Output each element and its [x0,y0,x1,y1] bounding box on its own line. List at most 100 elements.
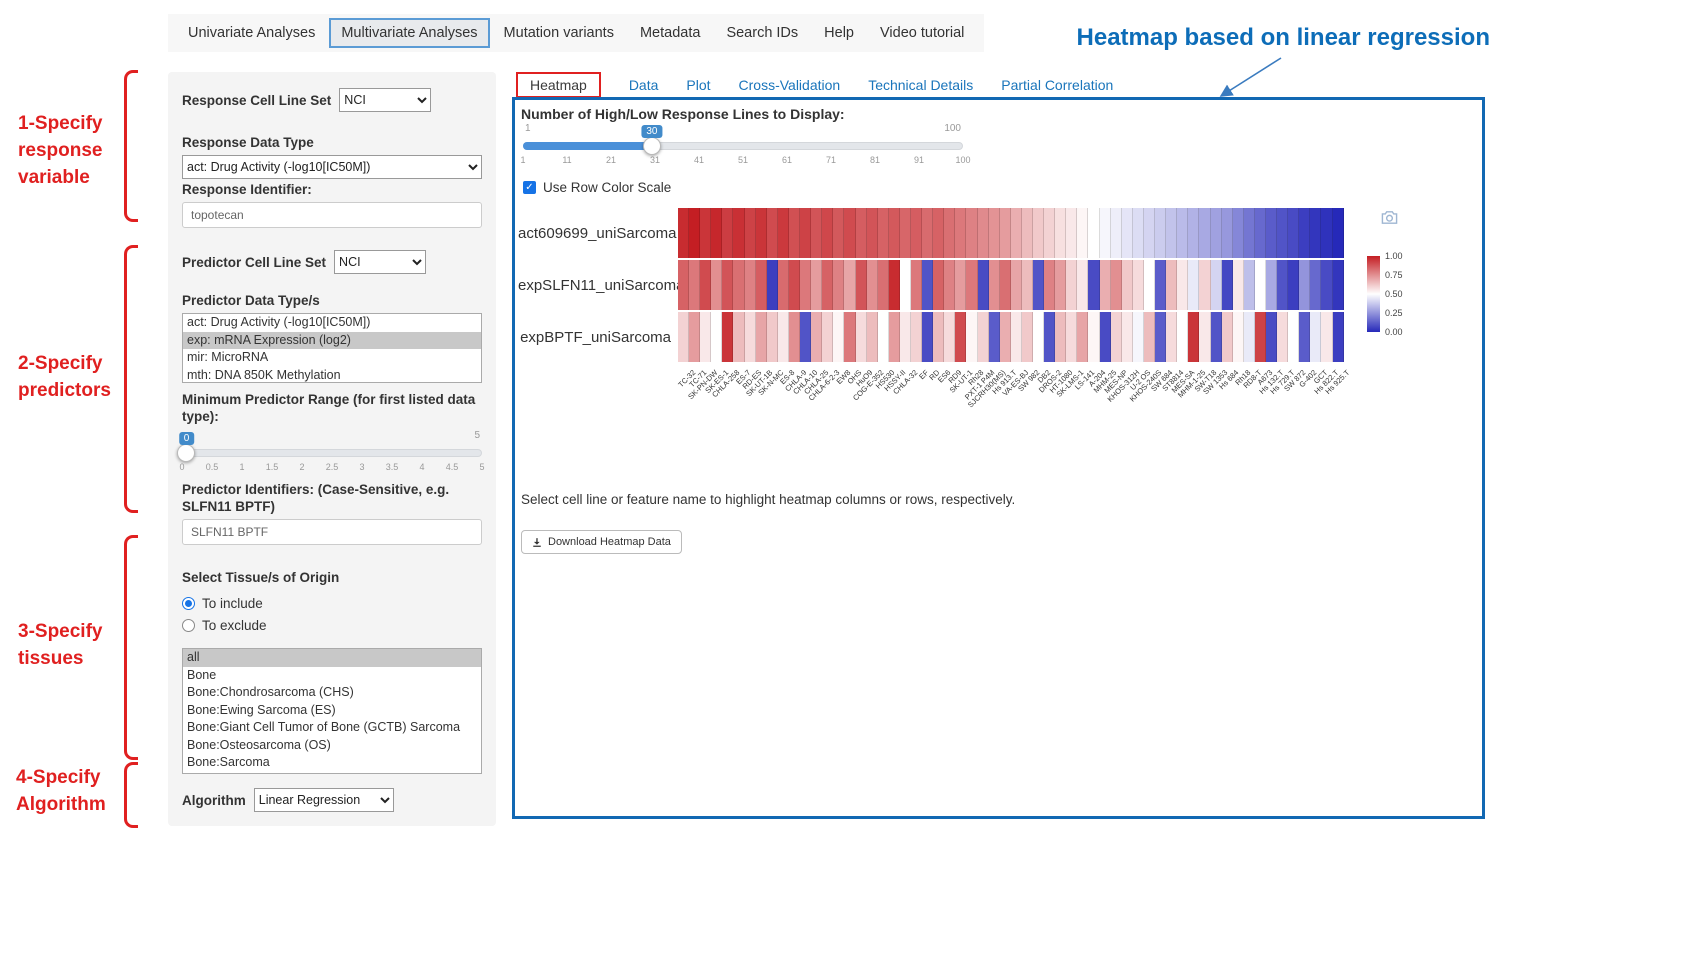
top-nav: Univariate AnalysesMultivariate Analyses… [168,14,984,52]
heatmap-cell [745,260,756,310]
heatmap-cell [1211,312,1222,362]
heatmap-cell [1277,208,1288,258]
slider-handle[interactable] [643,137,661,155]
response-lines-slider[interactable]: 1100301112131415161718191100 [523,122,963,168]
tab-data[interactable]: Data [629,77,659,93]
nav-tab-search-ids[interactable]: Search IDs [714,18,810,48]
heatmap-cell [689,312,700,362]
heatmap-cell [1299,312,1310,362]
radio-button[interactable] [182,597,195,610]
download-heatmap-data-button[interactable]: Download Heatmap Data [521,530,682,554]
row-color-scale-checkbox[interactable]: ✓ [523,181,536,194]
slider-tick-label: 31 [650,155,660,165]
nav-tab-multivariate-analyses[interactable]: Multivariate Analyses [329,18,489,48]
algorithm-label: Algorithm [182,792,246,809]
nav-tab-mutation-variants[interactable]: Mutation variants [492,18,626,48]
heatmap-cell [1199,312,1210,362]
algorithm-select[interactable]: Linear Regression [254,788,394,812]
heatmap-cell [1122,208,1133,258]
slider-tick-label: 2.5 [326,462,339,472]
tissue-radio-to-exclude[interactable]: To exclude [182,614,482,636]
predictor-data-type-option[interactable]: mth: DNA 850K Methylation [183,367,481,384]
predictor-data-type-option[interactable]: exp: mRNA Expression (log2) [183,332,481,350]
radio-button[interactable] [182,619,195,632]
heatmap-cell [989,208,1000,258]
heatmap-cell [1088,260,1099,310]
slider-value-bubble: 0 [179,432,195,445]
slider-tick-label: 3 [359,462,364,472]
predictor-data-type-option[interactable]: mir: MicroRNA [183,349,481,367]
predictor-identifiers-label: Predictor Identifiers: (Case-Sensitive, … [182,481,482,515]
slider-handle[interactable] [177,444,195,462]
slider-tick-label: 0 [179,462,184,472]
nav-tab-univariate-analyses[interactable]: Univariate Analyses [176,18,327,48]
heatmap-cell [911,312,922,362]
heatmap-cell [1000,208,1011,258]
page: Univariate AnalysesMultivariate Analyses… [0,0,1700,956]
tissue-option[interactable]: all [183,649,481,667]
tab-heatmap[interactable]: Heatmap [516,72,601,98]
tab-cross-validation[interactable]: Cross-Validation [739,77,841,93]
predictor-data-type-option[interactable]: act: Drug Activity (-log10[IC50M]) [183,314,481,332]
heatmap-cell [722,208,733,258]
slider-tick-label: 1 [520,155,525,165]
results-tab-bar: Heatmap Data Plot Cross-Validation Technical… [516,72,1113,98]
heatmap-cell [1066,260,1077,310]
tissue-radio-to-include[interactable]: To include [182,592,482,614]
tissue-option[interactable]: Peripheral_Nervous_System [183,772,481,775]
predictor-identifiers-input[interactable] [182,519,482,545]
heatmap-row-label[interactable]: expSLFN11_uniSarcoma [518,277,678,294]
heatmap-cell [1310,208,1321,258]
heatmap-cell [1288,208,1299,258]
heatmap-cell [1177,208,1188,258]
heatmap-cell [1222,312,1233,362]
tissue-option[interactable]: Bone:Giant Cell Tumor of Bone (GCTB) Sar… [183,719,481,737]
heatmap-grid: act609699_uniSarcoma expSLFN11_uniSarcoma… [518,208,1344,364]
tissue-option[interactable]: Bone:Sarcoma [183,754,481,772]
heatmap-panel: Number of High/Low Response Lines to Dis… [512,97,1485,819]
tissue-option[interactable]: Bone [183,667,481,685]
heatmap-cell [689,260,700,310]
response-data-type-select[interactable]: act: Drug Activity (-log10[IC50M]) [182,155,482,179]
heatmap-cell [1144,312,1155,362]
heatmap-cell [800,312,811,362]
tissue-option[interactable]: Bone:Ewing Sarcoma (ES) [183,702,481,720]
nav-tab-metadata[interactable]: Metadata [628,18,712,48]
heatmap-cell [756,260,767,310]
predictor-data-types-listbox[interactable]: act: Drug Activity (-log10[IC50M])exp: m… [182,313,482,383]
slider-tick-label: 41 [694,155,704,165]
predictor-cell-line-set-select[interactable]: NCI [334,250,426,274]
row-color-scale-toggle[interactable]: ✓ Use Row Color Scale [523,180,671,195]
response-identifier-input[interactable] [182,202,482,228]
heatmap-cell [800,260,811,310]
tissue-listbox[interactable]: allBoneBone:Chondrosarcoma (CHS)Bone:Ewi… [182,648,482,774]
heatmap-row-label[interactable]: act609699_uniSarcoma [518,225,678,242]
camera-icon[interactable] [1381,210,1398,230]
slider-tick-label: 3.5 [386,462,399,472]
heatmap-row-label[interactable]: expBPTF_uniSarcoma [518,329,678,346]
heatmap-cell [1255,208,1266,258]
heatmap-cell [944,260,955,310]
slider-track[interactable] [182,449,482,457]
nav-tab-video-tutorial[interactable]: Video tutorial [868,18,976,48]
heatmap-cell [1088,208,1099,258]
tab-partial-correlation[interactable]: Partial Correlation [1001,77,1113,93]
heatmap-cell [700,208,711,258]
tab-technical-details[interactable]: Technical Details [868,77,973,93]
slider-tick-label: 2 [299,462,304,472]
nav-tab-help[interactable]: Help [812,18,866,48]
min-predictor-range-slider[interactable]: 5000.511.522.533.544.55 [182,429,482,475]
slider-tick-label: 5 [479,462,484,472]
heatmap-cell [922,260,933,310]
tab-plot[interactable]: Plot [686,77,710,93]
heatmap-cell [889,312,900,362]
heatmap-cell [966,260,977,310]
heatmap-cell [756,208,767,258]
tissue-option[interactable]: Bone:Osteosarcoma (OS) [183,737,481,755]
heatmap-cell [1055,312,1066,362]
download-heatmap-data-label: Download Heatmap Data [548,536,671,548]
annotation-response-label: 1-Specifyresponsevariable [18,110,102,191]
response-cell-line-set-select[interactable]: NCI [339,88,431,112]
tissue-option[interactable]: Bone:Chondrosarcoma (CHS) [183,684,481,702]
heatmap-cell [745,208,756,258]
